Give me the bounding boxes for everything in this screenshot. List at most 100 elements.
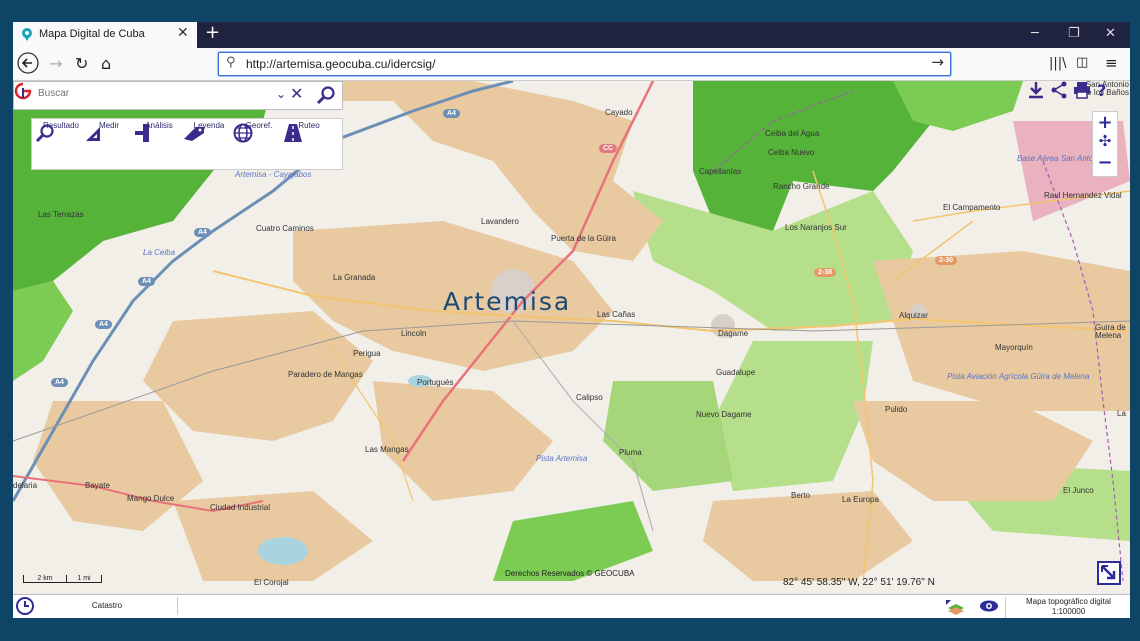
tab-close-icon[interactable]: ✕ [177,25,189,41]
road-shield: 2-38 [814,268,837,277]
place-label: Mayorquín [995,343,1033,352]
place-label: Alquizar [899,311,928,320]
place-label: La Europa [842,495,879,504]
search-icon: ⚲ [226,55,236,70]
analysis-tool-icon [135,124,149,142]
place-label: La Ceiba [143,248,176,257]
place-label: delaria [13,481,38,490]
menu-icon[interactable]: ≡ [1105,54,1118,72]
search-input[interactable] [36,87,280,100]
place-label: Lavandero [481,217,519,226]
road-shield: 2-30 [935,256,958,265]
restore-icon[interactable]: ❐ [1068,26,1080,41]
place-label: Ceiba Nuevo [768,148,815,157]
help-icon[interactable]: ? [1097,81,1106,100]
tag-icon [184,127,204,141]
geocuba-logo-icon [14,82,32,100]
place-label: La [1117,409,1126,418]
status-bar: Catastro Mapa topográfico digital 1:1000… [13,594,1130,618]
map-search-bar: ⌄ ✕ [13,81,343,110]
forward-icon[interactable]: → [49,54,62,73]
home-icon[interactable]: ⌂ [101,54,111,73]
place-label: Base Aérea San Antonio [1017,154,1105,163]
zoom-in-icon[interactable]: + [1093,112,1117,133]
place-label: Las Terrazas [38,210,84,219]
zoom-out-icon[interactable]: − [1093,152,1117,173]
place-label: Rancho Grande [773,182,830,191]
browser-tab[interactable]: Mapa Digital de Cuba ✕ [13,22,197,48]
road-shield: A4 [95,320,112,329]
routing-button[interactable]: Ruteo [282,121,336,165]
place-label: Bayate [85,481,110,490]
place-label: Pista Artemisa [536,454,588,463]
place-label: Guadalupe [716,368,756,377]
browser-window: Mapa Digital de Cuba ✕ + ─ ❐ ✕ → ↻ ⌂ ⚲ h… [13,22,1130,618]
place-label: Artemisa - Cayajabos [235,170,312,179]
chevron-down-icon[interactable]: ⌄ [276,87,286,101]
tool-panel: Resultado Medir Análisis Leyenda Georef.… [31,118,343,170]
reload-icon[interactable]: ↻ [75,54,88,73]
search-icon[interactable] [316,85,336,105]
tab-title: Mapa Digital de Cuba [39,28,145,40]
map-pin-icon [22,28,32,41]
minimize-icon[interactable]: ─ [1031,26,1039,41]
scale-mi: 1 mi [67,575,102,583]
legend-button[interactable]: Leyenda [182,121,236,165]
tab-strip: Mapa Digital de Cuba ✕ + ─ ❐ ✕ [13,22,1130,48]
basemap-selector[interactable]: Mapa topográfico digital 1:100000 [1005,597,1130,618]
map-canvas[interactable]: Cayado Ceiba del Agua Ceiba Nuevo San An… [13,81,1130,594]
place-label: Ciudad Industrial [210,503,271,512]
road-shield: A4 [194,228,211,237]
clock-icon[interactable] [16,597,34,615]
back-icon[interactable] [17,52,39,74]
place-label: Mango Dulce [127,494,175,503]
basemap-scale: 1:100000 [1051,607,1086,616]
go-arrow-icon[interactable]: → [931,53,944,71]
road-shield: A4 [443,109,460,118]
print-icon[interactable] [1073,81,1091,99]
place-label: Guira de Melena [1095,323,1126,340]
place-label: Calipso [576,393,603,402]
place-label: Nuevo Dagame [696,410,752,419]
place-label: Berto [791,491,811,500]
pan-icon[interactable]: ✣ [1093,132,1117,150]
library-icon[interactable]: |||\ [1049,56,1067,71]
clear-icon[interactable]: ✕ [290,84,303,103]
place-label: El Corojal [254,578,289,587]
layer-name: Catastro [37,597,178,615]
coordinates-readout: 82° 45' 58.35" W, 22° 51' 19.76" N [783,577,935,588]
place-label: Perigua [353,349,381,358]
zoom-control: + ✣ − [1092,111,1118,177]
navigation-bar: → ↻ ⌂ ⚲ http://artemisa.geocuba.cu/iderc… [13,48,1130,81]
visibility-eye-icon[interactable] [979,599,999,613]
window-close-icon[interactable]: ✕ [1105,26,1116,41]
measure-button[interactable]: Medir [82,121,136,165]
place-label: Puerta de la Güira [551,234,616,243]
layers-icon[interactable] [945,598,967,616]
road-shield: A4 [51,378,68,387]
place-label: Pulido [885,405,908,414]
ruler-triangle-icon [86,127,100,141]
new-tab-button[interactable]: + [205,22,220,43]
place-label: Las Mangas [365,445,409,454]
place-label: Pluma [619,448,642,457]
sidebar-icon[interactable]: ◫ [1076,55,1088,70]
analysis-button[interactable]: Análisis [132,121,186,165]
place-label: Cuatro Caminos [256,224,314,233]
place-label: El Junco [1063,486,1094,495]
place-label: Capellanías [699,167,742,176]
download-icon[interactable] [1027,81,1045,99]
place-label: Lincoln [401,329,427,338]
results-button[interactable]: Resultado [34,121,88,165]
share-icon[interactable] [1050,81,1068,99]
georeference-button[interactable]: Georef. [232,121,286,165]
place-label: Portugués [417,378,454,387]
place-label: Cayado [605,108,633,117]
scale-bar: 2 km 1 mi [23,575,102,583]
url-bar[interactable]: ⚲ http://artemisa.geocuba.cu/idercsig/ → [218,52,951,76]
expand-map-button[interactable] [1097,561,1121,585]
scale-km: 2 km [23,575,67,583]
place-label: Raul Hernandez Vidal [1044,191,1122,200]
road-icon [284,124,302,142]
place-label: Dagame [718,329,749,338]
